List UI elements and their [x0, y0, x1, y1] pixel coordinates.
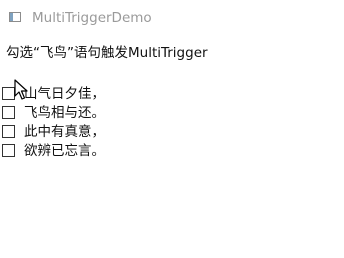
checkbox-box[interactable]	[2, 87, 15, 100]
title-bar: MultiTriggerDemo	[0, 0, 344, 36]
poem-checkbox-list: 山气日夕佳， 飞鸟相与还。 此中有真意， 欲辨已忘言。	[0, 84, 200, 160]
checkbox-label[interactable]: 山气日夕佳，	[24, 85, 105, 103]
checkbox-box[interactable]	[2, 144, 15, 157]
instruction-text: 勾选“飞鸟”语句触发MultiTrigger	[6, 45, 208, 61]
poem-line-checkbox-4[interactable]: 欲辨已忘言。	[0, 141, 200, 160]
poem-line-checkbox-2[interactable]: 飞鸟相与还。	[0, 103, 200, 122]
app-window: MultiTriggerDemo 勾选“飞鸟”语句触发MultiTrigger …	[0, 0, 344, 258]
checkbox-label[interactable]: 飞鸟相与还。	[24, 104, 105, 122]
poem-line-checkbox-3[interactable]: 此中有真意，	[0, 122, 200, 141]
poem-line-checkbox-1[interactable]: 山气日夕佳，	[0, 84, 200, 103]
checkbox-label[interactable]: 此中有真意，	[24, 123, 105, 141]
window-title: MultiTriggerDemo	[32, 10, 152, 26]
window-app-icon	[9, 12, 21, 22]
checkbox-label[interactable]: 欲辨已忘言。	[24, 142, 105, 160]
checkbox-box[interactable]	[2, 125, 15, 138]
checkbox-box[interactable]	[2, 106, 15, 119]
